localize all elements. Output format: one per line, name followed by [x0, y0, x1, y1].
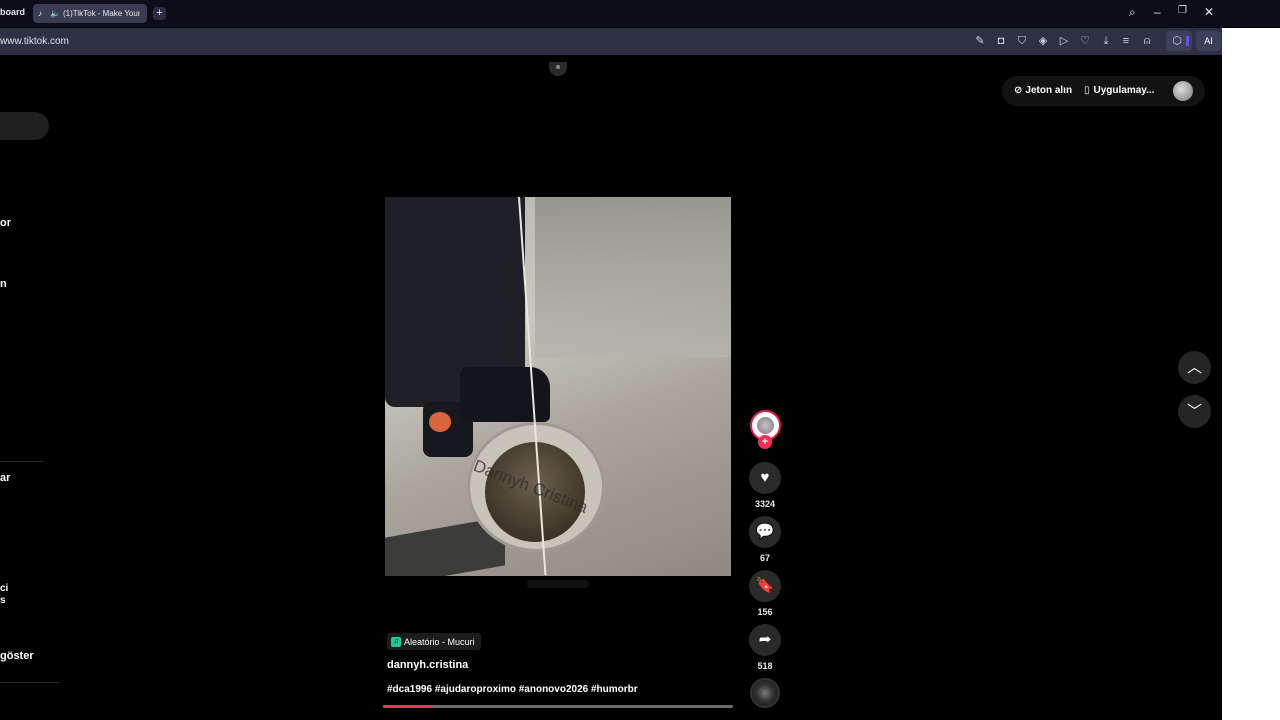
video-hashtags[interactable]: #dca1996 #ajudaroproximo #anonovo2026 #h… — [387, 684, 638, 695]
sidebar-item-3[interactable]: ar — [0, 472, 10, 484]
sidebar-indicator — [1186, 36, 1189, 46]
ai-label: AI — [1204, 36, 1213, 46]
music-disc[interactable] — [750, 678, 780, 708]
video-player[interactable]: Dannyh Cristina — [385, 197, 731, 576]
restore-icon[interactable]: ❐ — [1178, 5, 1187, 16]
music-tag[interactable]: ♫ Aleatório - Mucuri — [387, 633, 481, 650]
chevron-up-icon: ︿ — [1186, 359, 1202, 376]
music-note-icon: ♫ — [391, 636, 401, 647]
comment-count: 67 — [759, 553, 770, 563]
shield-icon[interactable]: ⛉ — [1015, 34, 1029, 48]
close-icon[interactable]: ✕ — [1204, 5, 1214, 19]
search-icon[interactable]: ⌕ — [1129, 5, 1136, 20]
video-controls-hint — [527, 580, 589, 588]
browser-tab-bar: board ♪ 🔈 (1)TikTok - Make Your + ⌕ – ❐ … — [0, 0, 1280, 27]
like-count: 3324 — [754, 499, 776, 509]
video-fruit — [429, 412, 451, 432]
camera-icon[interactable]: ◘ — [994, 34, 1008, 48]
save-button[interactable]: 🔖 — [749, 570, 781, 602]
music-title: Aleatório - Mucuri — [404, 636, 475, 647]
comment-icon: 💬 — [755, 523, 775, 540]
tab-title: (1)TikTok - Make Your — [62, 9, 141, 18]
video-wall — [535, 197, 731, 357]
browser-side-panel — [1222, 28, 1280, 720]
like-button[interactable]: ♥ — [749, 462, 781, 494]
phone-icon: ▯ — [1084, 85, 1090, 96]
sidebar-divider — [0, 461, 44, 462]
play-icon[interactable]: ▷ — [1057, 34, 1071, 48]
previous-video-button[interactable]: ︿ — [1178, 351, 1211, 384]
extension-icon: ⬡ — [1172, 35, 1182, 47]
heart-icon: ♥ — [760, 469, 770, 486]
tab-active[interactable]: ♪ 🔈 (1)TikTok - Make Your — [33, 4, 147, 23]
next-video-button[interactable]: ﹀ — [1178, 395, 1211, 428]
ai-button[interactable]: AI — [1196, 31, 1221, 51]
heart-icon[interactable]: ♡ — [1078, 34, 1092, 48]
profile-icon[interactable]: ⍝ — [1140, 34, 1154, 48]
save-count: 156 — [757, 607, 773, 617]
get-app-button[interactable]: ▯ Uygulamay... — [1084, 85, 1154, 96]
minimize-icon[interactable]: – — [1154, 5, 1161, 19]
video-progress-bar[interactable] — [383, 705, 733, 708]
top-indicator — [549, 62, 567, 76]
share-button[interactable]: ➦ — [749, 624, 781, 656]
share-arrow-icon: ➦ — [758, 631, 772, 648]
extensions-button[interactable]: ⬡ — [1166, 31, 1192, 51]
comment-button[interactable]: 💬 — [749, 516, 781, 548]
sidebar-item-1[interactable]: or — [0, 217, 11, 229]
tab-previous[interactable]: board — [0, 7, 25, 17]
coins-label: Jeton alın — [1025, 85, 1073, 96]
sidebar-show-more[interactable]: göster — [0, 650, 34, 662]
get-coins-button[interactable]: ⊘ Jeton alın — [1014, 85, 1072, 96]
sidebar-search-pill[interactable] — [0, 112, 49, 140]
chevron-down-icon: ﹀ — [1186, 403, 1202, 420]
sidebar-item-2[interactable]: n — [0, 278, 7, 290]
follow-plus-icon[interactable]: + — [758, 435, 772, 449]
sidebar-item-4: ci — [0, 583, 9, 594]
speaker-icon[interactable]: 🔈 — [50, 9, 60, 18]
url-field[interactable]: www.tiktok.com — [0, 36, 69, 47]
vpn-icon[interactable]: ◈ — [1036, 34, 1050, 48]
bookmark-icon: 🔖 — [755, 577, 775, 594]
menu-icon[interactable]: ≡ — [1119, 34, 1133, 48]
sidebar-divider-bottom — [0, 682, 60, 683]
user-avatar[interactable] — [1173, 81, 1193, 101]
tiktok-favicon-icon: ♪ — [38, 9, 42, 18]
app-label: Uygulamay... — [1093, 85, 1155, 96]
download-icon[interactable]: ⤓ — [1099, 34, 1113, 48]
coin-icon: ⊘ — [1014, 85, 1023, 96]
video-progress-fill — [383, 705, 432, 708]
video-boot-right — [460, 367, 550, 422]
sidebar-item-5: s — [0, 595, 6, 606]
edit-icon[interactable]: ✎ — [973, 34, 987, 48]
share-count: 518 — [757, 661, 773, 671]
new-tab-button[interactable]: + — [153, 7, 166, 20]
creator-username[interactable]: dannyh.cristina — [387, 659, 468, 671]
